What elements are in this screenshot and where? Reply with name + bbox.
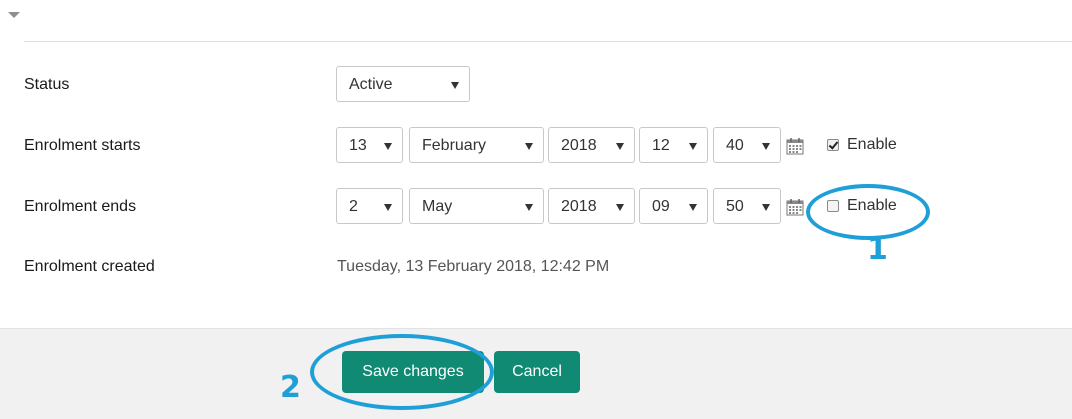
status-select-value: Active: [349, 76, 393, 93]
chevron-down-icon: [616, 204, 624, 211]
annotation-number-1: 1: [867, 232, 888, 267]
enrolment-created-label: Enrolment created: [24, 258, 155, 275]
enrolment-ends-month-value: May: [422, 198, 453, 215]
cancel-button[interactable]: Cancel: [494, 351, 580, 393]
annotation-circle-save: [310, 334, 494, 410]
chevron-down-icon: [762, 143, 770, 150]
enrolment-ends-minute-value: 50: [726, 198, 744, 215]
enrolment-created-value: Tuesday, 13 February 2018, 12:42 PM: [337, 258, 610, 275]
section-collapse-caret-icon[interactable]: [8, 12, 20, 18]
enrolment-ends-year-select[interactable]: 2018: [548, 188, 635, 224]
enrolment-starts-row: Enrolment starts 13 February 2018 12 40 …: [0, 127, 1072, 167]
enrolment-starts-minute-value: 40: [726, 137, 744, 154]
chevron-down-icon: [525, 204, 533, 211]
status-row: Status Active: [0, 66, 1072, 106]
chevron-down-icon: [451, 82, 459, 89]
enrolment-starts-month-select[interactable]: February: [409, 127, 544, 163]
calendar-icon[interactable]: [786, 198, 804, 216]
enrolment-starts-label: Enrolment starts: [24, 137, 141, 154]
enrolment-created-row: Enrolment created Tuesday, 13 February 2…: [0, 248, 1072, 288]
chevron-down-icon: [616, 143, 624, 150]
enrolment-starts-enable-label: Enable: [847, 136, 897, 153]
enrolment-starts-enable-checkbox[interactable]: [827, 139, 839, 151]
enrolment-ends-year-value: 2018: [561, 198, 597, 215]
chevron-down-icon: [384, 204, 392, 211]
calendar-icon[interactable]: [786, 137, 804, 155]
enrolment-ends-minute-select[interactable]: 50: [713, 188, 781, 224]
enrolment-starts-hour-value: 12: [652, 137, 670, 154]
annotation-number-2: 2: [280, 370, 301, 405]
enrolment-starts-day-value: 13: [349, 137, 367, 154]
section-divider: [24, 41, 1072, 42]
enrolment-ends-month-select[interactable]: May: [409, 188, 544, 224]
chevron-down-icon: [762, 204, 770, 211]
enrolment-ends-hour-value: 09: [652, 198, 670, 215]
enrolment-starts-year-value: 2018: [561, 137, 597, 154]
enrolment-starts-day-select[interactable]: 13: [336, 127, 403, 163]
enrolment-ends-hour-select[interactable]: 09: [639, 188, 708, 224]
enrolment-starts-minute-select[interactable]: 40: [713, 127, 781, 163]
enrolment-ends-day-value: 2: [349, 198, 358, 215]
enrolment-ends-day-select[interactable]: 2: [336, 188, 403, 224]
chevron-down-icon: [689, 143, 697, 150]
enrolment-starts-hour-select[interactable]: 12: [639, 127, 708, 163]
status-select[interactable]: Active: [336, 66, 470, 102]
enrolment-starts-month-value: February: [422, 137, 487, 154]
enrolment-starts-year-select[interactable]: 2018: [548, 127, 635, 163]
chevron-down-icon: [525, 143, 533, 150]
enrolment-ends-label: Enrolment ends: [24, 198, 137, 215]
chevron-down-icon: [384, 143, 392, 150]
status-label: Status: [24, 76, 70, 93]
chevron-down-icon: [689, 204, 697, 211]
